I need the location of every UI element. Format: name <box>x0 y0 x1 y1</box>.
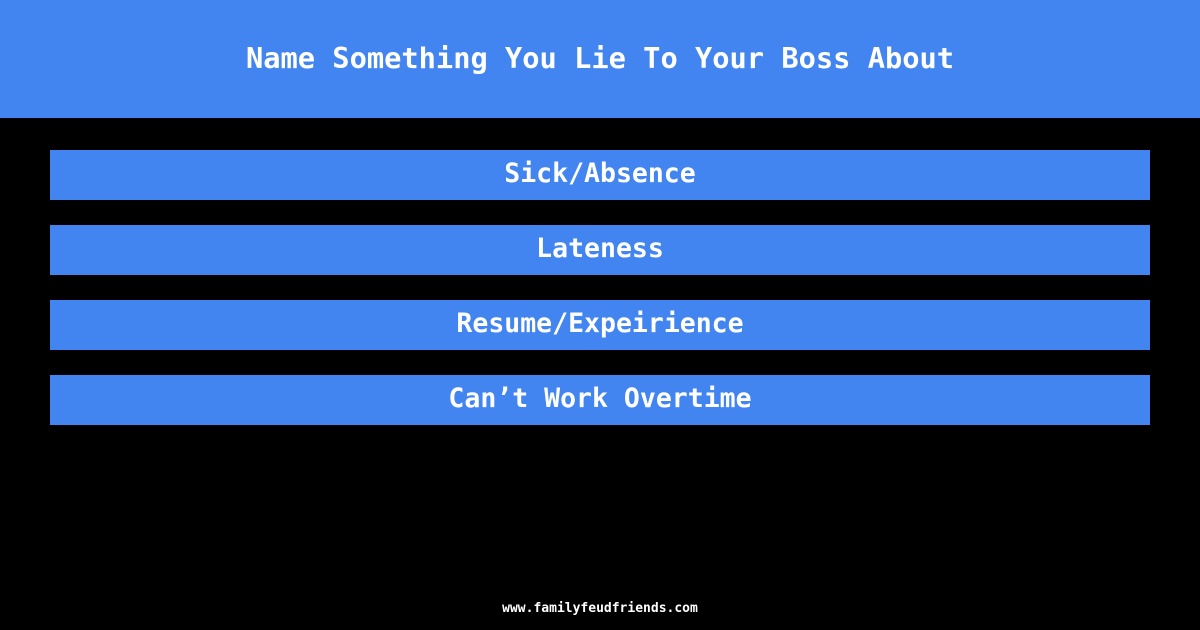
footer: www.familyfeudfriends.com <box>0 598 1200 618</box>
answer-label: Resume/Expeirience <box>456 307 744 339</box>
answer-row[interactable]: Sick/Absence <box>50 150 1150 200</box>
answer-row[interactable]: Lateness <box>50 225 1150 275</box>
page-root: Name Something You Lie To Your Boss Abou… <box>0 0 1200 630</box>
answer-row[interactable]: Can’t Work Overtime <box>50 375 1150 425</box>
footer-website-url[interactable]: www.familyfeudfriends.com <box>502 602 698 615</box>
answers-list: Sick/Absence Lateness Resume/Expeirience… <box>50 150 1150 425</box>
header-banner: Name Something You Lie To Your Boss Abou… <box>0 0 1200 118</box>
question-title: Name Something You Lie To Your Boss Abou… <box>245 40 955 75</box>
answer-row[interactable]: Resume/Expeirience <box>50 300 1150 350</box>
answer-label: Lateness <box>536 232 664 264</box>
answer-label: Can’t Work Overtime <box>448 382 752 414</box>
answer-label: Sick/Absence <box>504 157 696 189</box>
